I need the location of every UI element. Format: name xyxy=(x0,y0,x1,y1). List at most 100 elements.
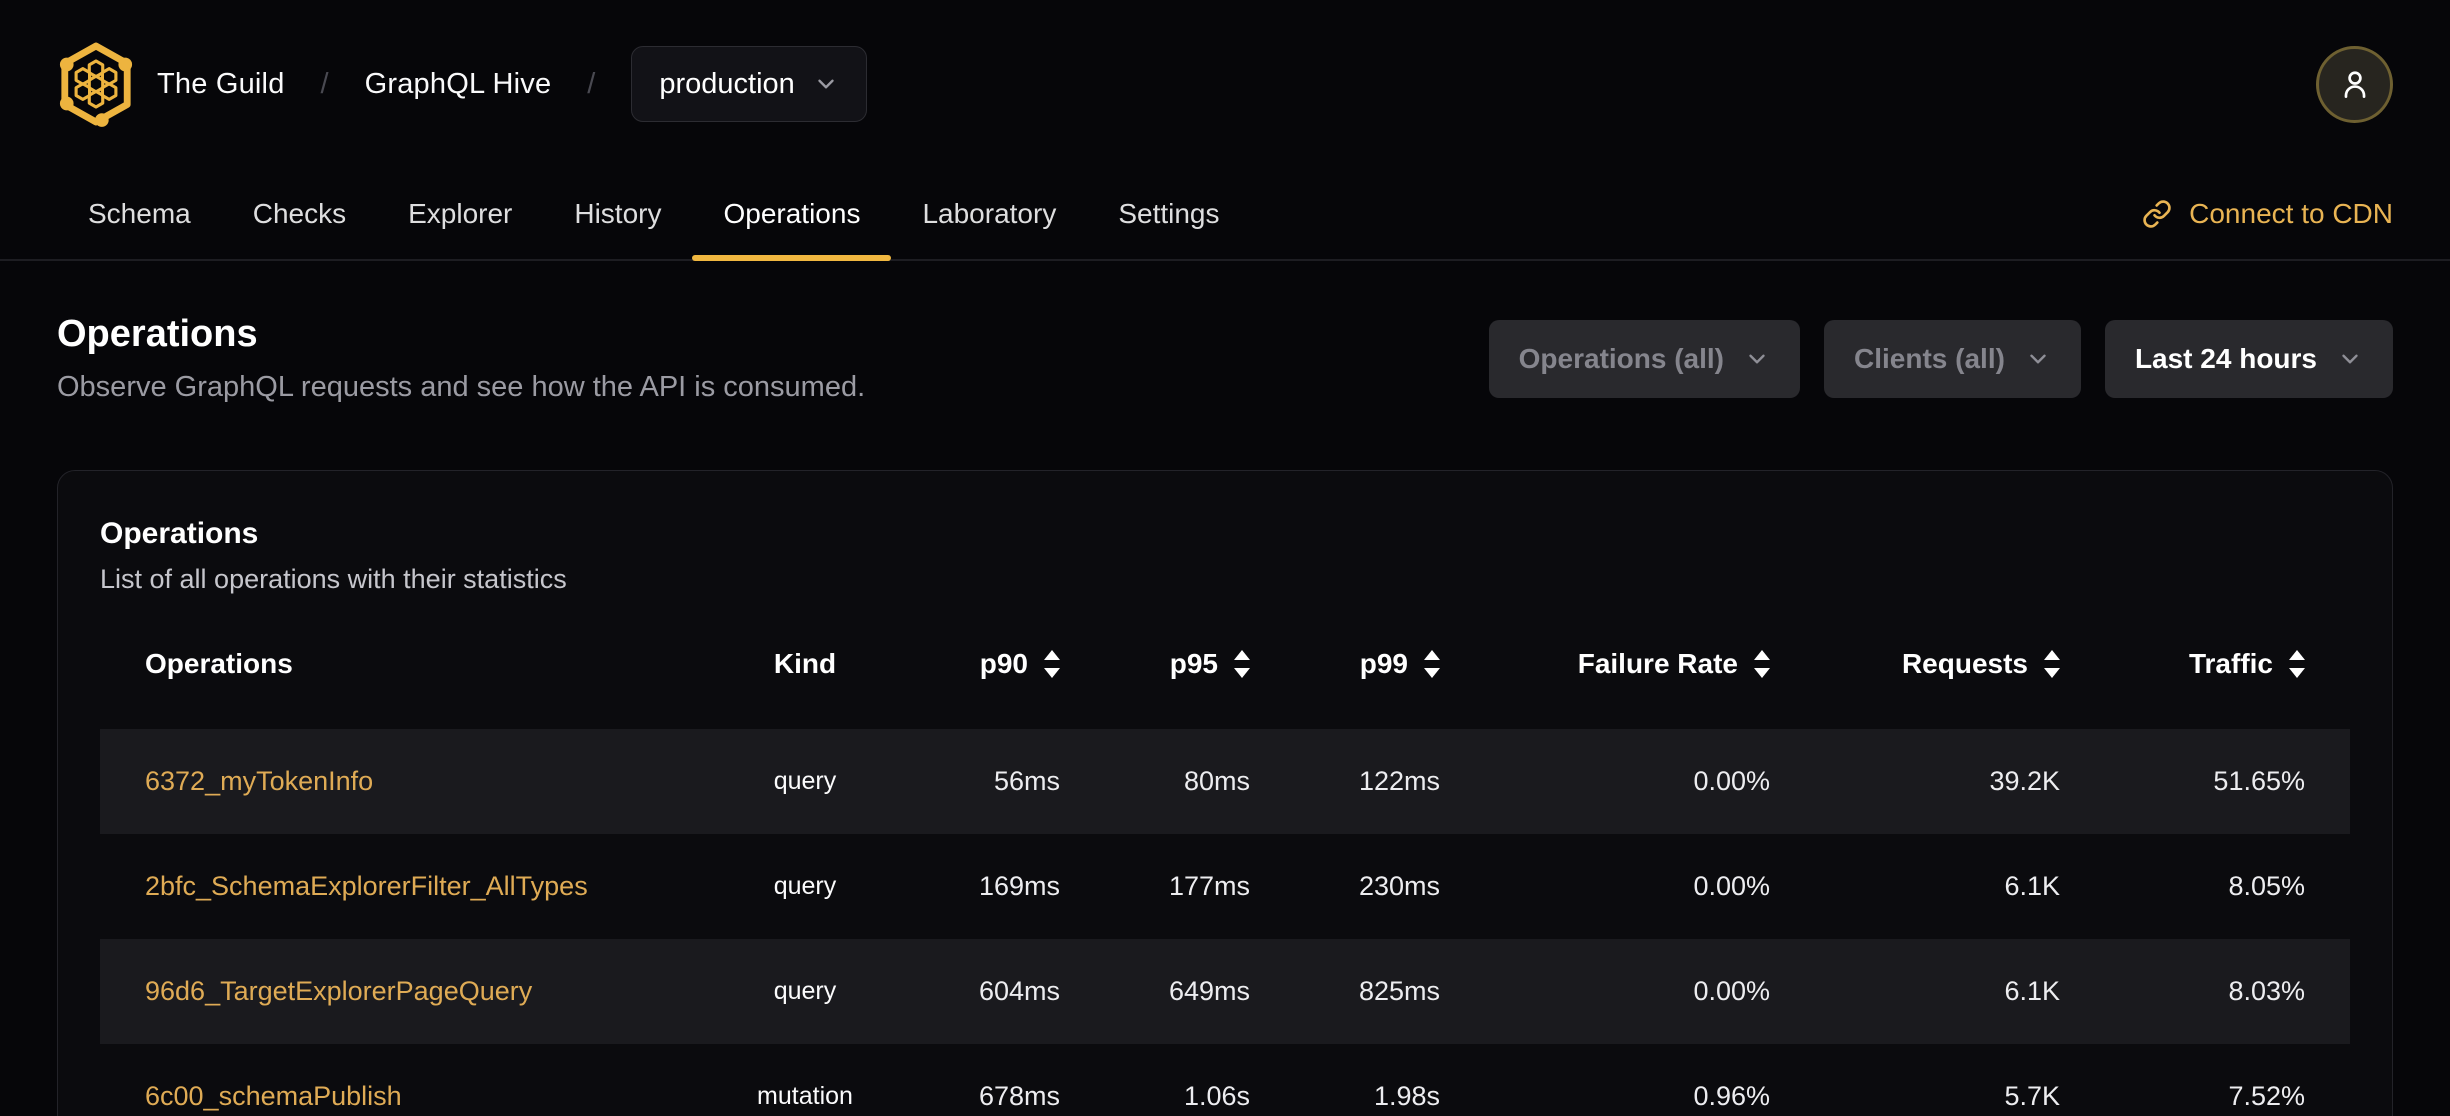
breadcrumb-separator: / xyxy=(587,67,596,100)
cdn-link-label: Connect to CDN xyxy=(2189,197,2393,229)
tab-schema[interactable]: Schema xyxy=(57,168,222,259)
tab-label: Operations xyxy=(723,197,861,229)
filter-clients-dropdown[interactable]: Clients (all) xyxy=(1824,319,2081,398)
connect-to-cdn-link[interactable]: Connect to CDN xyxy=(2142,168,2393,259)
cell-traffic: 8.05% xyxy=(2228,871,2305,901)
cell-p90: 678ms xyxy=(978,1081,1060,1111)
cell-failure_rate: 0.96% xyxy=(1693,1081,1770,1111)
tab-bar: Schema Checks Explorer History Operations Lab… xyxy=(0,168,2450,261)
target-selector-dropdown[interactable]: production xyxy=(631,46,867,122)
sort-arrows-icon xyxy=(1754,649,1770,678)
column-header-kind: Kind xyxy=(690,648,920,680)
tab-history[interactable]: History xyxy=(543,168,692,259)
filter-operations-label: Operations (all) xyxy=(1518,342,1725,374)
operations-card: Operations List of all operations with t… xyxy=(57,470,2393,1116)
operations-table: Operations Kind p90 p95 p99 Failure Rate Reque… xyxy=(100,621,2350,1116)
cell-p90: 169ms xyxy=(978,871,1060,901)
cell-failure_rate: 0.00% xyxy=(1693,976,1770,1006)
sort-arrows-icon xyxy=(1424,649,1440,678)
cell-kind: mutation xyxy=(757,1082,853,1110)
cell-p99: 230ms xyxy=(1358,871,1440,901)
filter-period-label: Last 24 hours xyxy=(2134,342,2317,374)
card-title: Operations xyxy=(100,517,259,550)
card-subtitle: List of all operations with their statis… xyxy=(100,564,567,594)
cell-requests: 39.2K xyxy=(1989,766,2060,796)
breadcrumb: The Guild / GraphQL Hive / production xyxy=(157,46,867,122)
tab-label: Settings xyxy=(1118,197,1220,229)
breadcrumb-separator: / xyxy=(320,67,329,100)
tab-operations[interactable]: Operations xyxy=(692,168,892,261)
cell-p90: 56ms xyxy=(993,766,1060,796)
cell-kind: query xyxy=(773,977,837,1005)
tab-label: Laboratory xyxy=(922,197,1057,229)
cell-p95: 80ms xyxy=(1183,766,1250,796)
cell-traffic: 51.65% xyxy=(2213,766,2305,796)
cell-name: 2bfc_SchemaExplorerFilter_AllTypes xyxy=(100,871,690,902)
page-header-text: Operations Observe GraphQL requests and … xyxy=(57,313,865,404)
tab-settings[interactable]: Settings xyxy=(1087,168,1250,259)
table-row: 6c00_schemaPublish mutation 678ms 1.06s 1.98… xyxy=(100,1044,2350,1116)
chevron-down-icon xyxy=(818,79,834,89)
target-selector-value: production xyxy=(659,67,795,100)
column-header-failure_rate[interactable]: Failure Rate xyxy=(1440,648,1770,680)
cell-requests: 5.7K xyxy=(2004,1081,2060,1111)
cell-p99: 122ms xyxy=(1358,766,1440,796)
breadcrumb-project[interactable]: GraphQL Hive xyxy=(365,68,552,101)
page-title: Operations xyxy=(57,313,258,355)
column-header-label: Requests xyxy=(1901,647,2028,679)
cell-p99: 825ms xyxy=(1358,976,1440,1006)
cell-p99: 1.98s xyxy=(1373,1081,1440,1111)
tab-label: Checks xyxy=(252,197,347,229)
cell-name: 96d6_TargetExplorerPageQuery xyxy=(100,976,690,1007)
sort-arrows-icon xyxy=(1234,649,1250,678)
hive-logo-icon xyxy=(59,42,133,127)
user-icon xyxy=(2344,71,2365,99)
column-header-p95[interactable]: p95 xyxy=(1060,648,1250,680)
tab-list: Schema Checks Explorer History Operations Lab… xyxy=(57,168,1251,261)
page-subtitle: Observe GraphQL requests and see how the… xyxy=(57,371,866,403)
sort-arrows-icon xyxy=(2289,649,2305,678)
operation-link[interactable]: 2bfc_SchemaExplorerFilter_AllTypes xyxy=(145,871,588,901)
cell-name: 6372_myTokenInfo xyxy=(100,766,690,797)
operation-link[interactable]: 6372_myTokenInfo xyxy=(145,766,373,796)
tab-checks[interactable]: Checks xyxy=(222,168,377,259)
chevron-down-icon xyxy=(2342,354,2358,363)
column-header-label: Traffic xyxy=(2188,647,2273,679)
top-bar: The Guild / GraphQL Hive / production xyxy=(0,0,2450,168)
column-header-requests[interactable]: Requests xyxy=(1770,648,2060,680)
breadcrumb-org[interactable]: The Guild xyxy=(157,68,285,101)
filter-operations-dropdown[interactable]: Operations (all) xyxy=(1488,319,1801,398)
user-menu-avatar[interactable] xyxy=(2316,45,2393,123)
table-row: 6372_myTokenInfo query 56ms 80ms 122ms 0.00% 3… xyxy=(100,729,2350,834)
column-header-name: Operations xyxy=(100,648,690,680)
tab-explorer[interactable]: Explorer xyxy=(377,168,543,259)
table-row: 2bfc_SchemaExplorerFilter_AllTypes query 1… xyxy=(100,834,2350,939)
cell-failure_rate: 0.00% xyxy=(1693,871,1770,901)
cell-p95: 1.06s xyxy=(1183,1081,1250,1111)
sort-arrows-icon xyxy=(1044,649,1060,678)
cell-traffic: 8.03% xyxy=(2228,976,2305,1006)
column-header-traffic[interactable]: Traffic xyxy=(2060,648,2305,680)
column-header-label: p95 xyxy=(1169,647,1218,679)
column-header-p99[interactable]: p99 xyxy=(1250,648,1440,680)
column-header-label: Operations xyxy=(145,647,293,679)
table-body: 6372_myTokenInfo query 56ms 80ms 122ms 0.00% 3… xyxy=(100,729,2350,1116)
cell-requests: 6.1K xyxy=(2004,976,2060,1006)
cell-p90: 604ms xyxy=(978,976,1060,1006)
cell-kind: query xyxy=(773,767,837,795)
filter-clients-label: Clients (all) xyxy=(1854,342,2005,374)
operation-link[interactable]: 6c00_schemaPublish xyxy=(145,1081,402,1111)
cell-p95: 649ms xyxy=(1168,976,1250,1006)
column-header-label: Kind xyxy=(773,647,837,679)
table-row: 96d6_TargetExplorerPageQuery query 604ms 64… xyxy=(100,939,2350,1044)
cell-requests: 6.1K xyxy=(2004,871,2060,901)
tab-label: Schema xyxy=(88,197,191,229)
cell-traffic: 7.52% xyxy=(2228,1081,2305,1111)
cell-kind: query xyxy=(773,872,837,900)
filter-period-dropdown[interactable]: Last 24 hours xyxy=(2104,319,2393,398)
chevron-down-icon xyxy=(1749,354,1765,363)
tab-laboratory[interactable]: Laboratory xyxy=(891,168,1087,259)
page-header: Operations Observe GraphQL requests and … xyxy=(0,313,2450,404)
operation-link[interactable]: 96d6_TargetExplorerPageQuery xyxy=(145,976,532,1006)
column-header-p90[interactable]: p90 xyxy=(920,648,1060,680)
